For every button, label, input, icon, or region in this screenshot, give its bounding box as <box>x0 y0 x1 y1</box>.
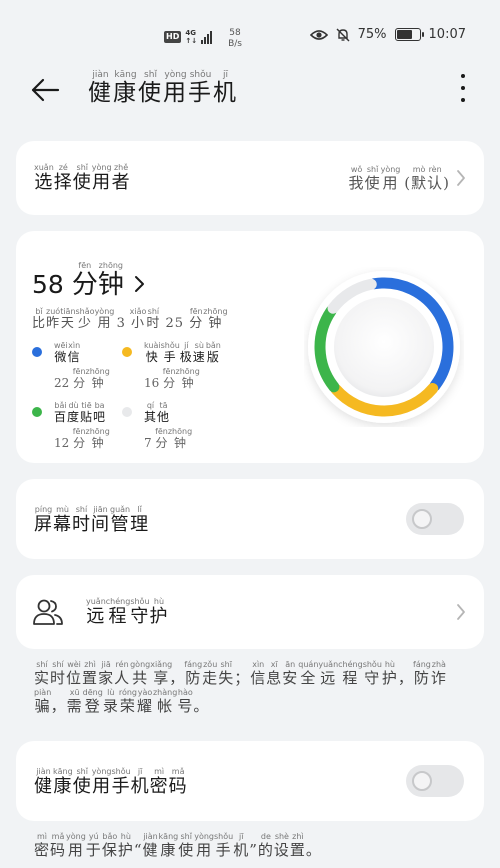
screen-time-label: 屏píng幕mù时shí间jiān管guǎn理lǐ <box>34 505 150 535</box>
usage-legend: 微wēi信xìn 22 分fēn钟zhōng 快kuài手shǒu极jí速sù版bǎ… <box>32 341 222 451</box>
total-usage[interactable]: 58 分fēn钟zhōng <box>32 261 146 301</box>
clock: 10:07 <box>428 27 466 42</box>
remote-guardian-label: 远yuǎn程chéng守shǒu护hù <box>86 597 169 627</box>
eye-icon <box>309 29 328 40</box>
legend-color-dot <box>122 407 132 417</box>
remote-guardian-row[interactable]: 远yuǎn程chéng守shǒu护hù <box>16 575 484 649</box>
more-dot-icon <box>461 86 465 90</box>
legend-item: 百bǎi度dù贴tiē吧ba 12 分fēn钟zhōng <box>32 401 122 451</box>
ring-center <box>334 297 434 397</box>
more-menu-button[interactable] <box>456 72 470 104</box>
back-arrow-icon <box>31 78 60 102</box>
app-bar: 健jiàn康kāng使shǐ用yòng手shǒu机jī <box>0 62 500 122</box>
legend-color-dot <box>32 407 42 417</box>
password-row[interactable]: 健jiàn康kāng使shǐ用yòng手shǒu机jī密mì码mǎ <box>16 741 484 821</box>
password-description: 密mì码mǎ用yòng于yú保bǎo护hù“健jiàn康kāng使shǐ用yòn… <box>34 832 322 859</box>
toggle-knob <box>412 509 432 529</box>
legend-item: 其qí他tā 7 分fēn钟zhōng <box>122 401 222 451</box>
app-time: 12 分fēn钟zhōng <box>54 427 110 450</box>
legend-item: 微wēi信xìn 22 分fēn钟zhōng <box>32 341 122 391</box>
network-arrows: ↑↓ <box>185 37 198 45</box>
battery-icon <box>394 28 424 41</box>
chevron-right-icon <box>134 276 144 292</box>
select-user-value: 我wǒ使shǐ用yòng (默mò认rèn) <box>348 165 450 192</box>
network-type: 4G <box>185 29 196 37</box>
app-time: 16 分fēn钟zhōng <box>144 367 200 390</box>
toggle-knob <box>412 771 432 791</box>
password-toggle[interactable] <box>406 765 464 797</box>
legend-color-dot <box>32 347 42 357</box>
usage-ring-chart <box>308 271 460 423</box>
status-bar: HD 4G ↑↓ 58 B/s 75% 10:07 <box>0 0 500 62</box>
usage-comparison: 比bǐ昨zuó天tiān少shǎo用yòng 3 小xiǎo时shí 25 分f… <box>32 307 228 331</box>
app-name: 快kuài手shǒu极jí速sù版bǎn <box>144 341 221 364</box>
network-speed: 58 B/s <box>228 28 242 50</box>
hd-badge: HD <box>164 31 182 43</box>
screen-time-row[interactable]: 屏píng幕mù时shí间jiān管guǎn理lǐ <box>16 479 484 559</box>
select-user-row[interactable]: 选xuǎn择zé使shǐ用yòng者zhě 我wǒ使shǐ用yòng (默mò认… <box>16 141 484 215</box>
signal-icon <box>201 30 213 44</box>
usage-summary-card[interactable]: 58 分fēn钟zhōng 比bǐ昨zuó天tiān少shǎo用yòng 3 小… <box>16 231 484 463</box>
battery-percent: 75% <box>357 27 387 42</box>
app-time: 7 分fēn钟zhōng <box>144 427 193 450</box>
app-name: 百bǎi度dù贴tiē吧ba <box>54 401 107 424</box>
password-label: 健jiàn康kāng使shǐ用yòng手shǒu机jī密mì码mǎ <box>34 767 188 797</box>
more-dot-icon <box>461 98 465 102</box>
mute-bell-icon <box>336 28 350 41</box>
remote-guardian-description: 实shí时shí位wèi置zhì家jiā人rén共gòng享xiǎng，防fán… <box>34 660 447 715</box>
chevron-right-icon <box>457 170 465 186</box>
status-right: 75% 10:07 <box>309 27 466 42</box>
select-user-label: 选xuǎn择zé使shǐ用yòng者zhě <box>34 163 131 193</box>
more-dot-icon <box>461 74 465 78</box>
app-name: 微wēi信xìn <box>54 341 81 364</box>
screen-time-toggle[interactable] <box>406 503 464 535</box>
speed-value: 58 <box>229 28 241 38</box>
page-title: 健jiàn康kāng使shǐ用yòng手shǒu机jī <box>88 70 238 106</box>
total-usage-unit: 分fēn钟zhōng <box>71 261 124 300</box>
app-time: 22 分fēn钟zhōng <box>54 367 110 390</box>
battery-fill <box>396 30 412 39</box>
network-indicator: 4G ↑↓ <box>185 29 197 45</box>
status-left: HD 4G ↑↓ 58 B/s <box>164 24 242 50</box>
chevron-right-icon <box>457 604 465 620</box>
app-name: 其qí他tā <box>144 401 171 424</box>
legend-item: 快kuài手shǒu极jí速sù版bǎn 16 分fēn钟zhōng <box>122 341 222 391</box>
legend-color-dot <box>122 347 132 357</box>
back-button[interactable] <box>30 72 70 108</box>
total-usage-value: 58 <box>32 270 64 299</box>
speed-unit: B/s <box>228 39 242 49</box>
people-icon <box>33 599 63 625</box>
